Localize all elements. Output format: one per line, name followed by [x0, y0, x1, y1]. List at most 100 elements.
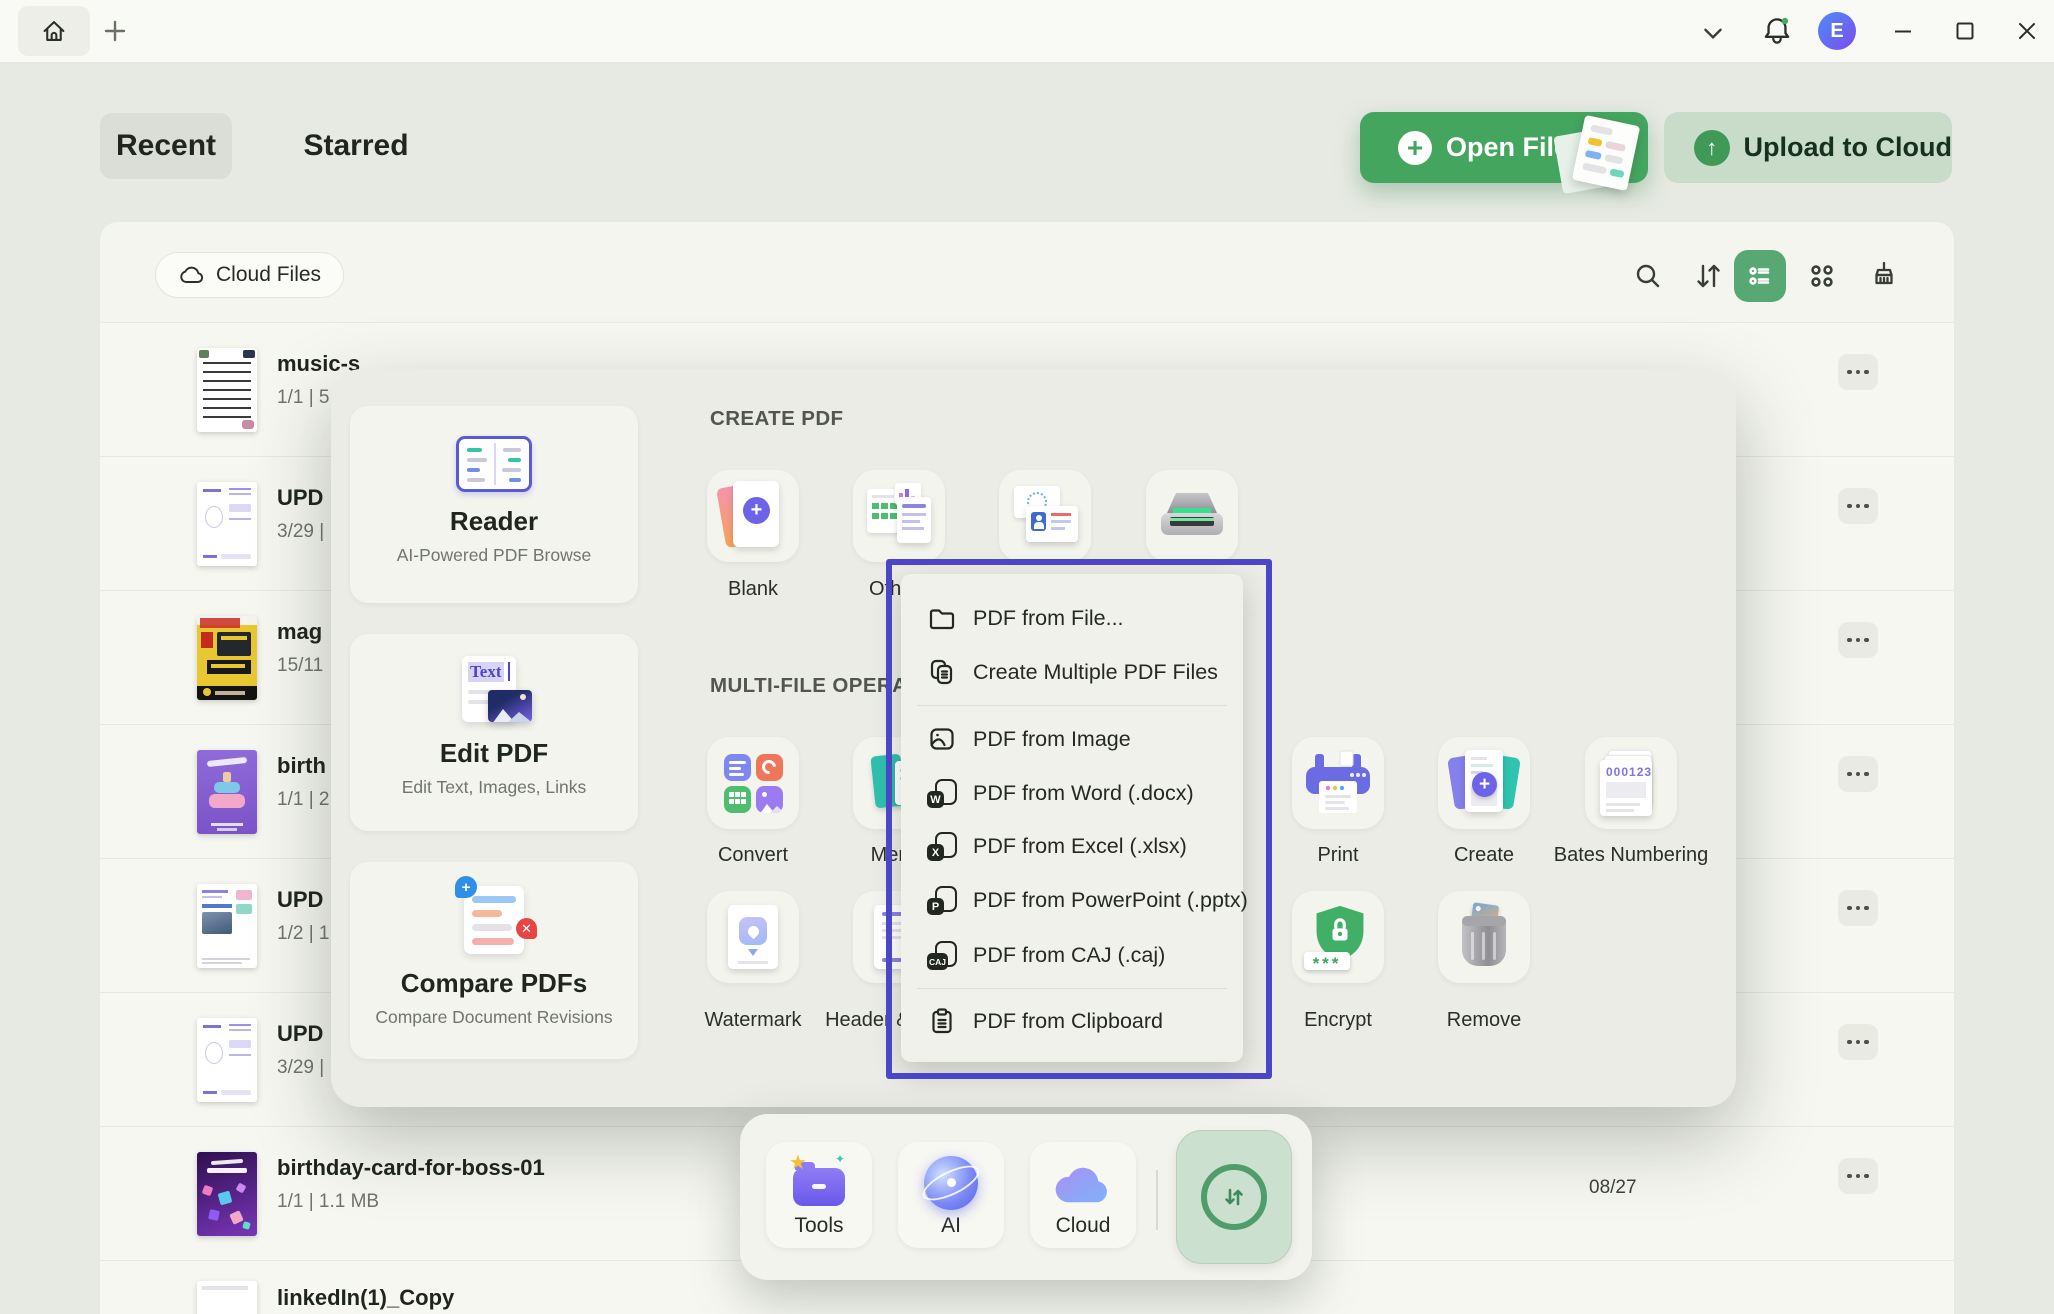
file-thumbnail [197, 884, 257, 968]
create-id-card-tile[interactable] [999, 470, 1091, 562]
watermark-icon [728, 905, 778, 969]
file-meta: 1/2 | 1 [277, 923, 329, 945]
compare-pdfs-card[interactable]: + ✕ Compare PDFs Compare Document Revisi… [350, 862, 638, 1059]
menu-item-pdf-from-excel[interactable]: X PDF from Excel (.xlsx) [901, 819, 1243, 873]
edit-pdf-card[interactable]: Text Edit PDF Edit Text, Images, Links [350, 634, 638, 831]
new-tab-button[interactable] [100, 16, 130, 46]
encrypt-icon: *** [1304, 902, 1372, 972]
remove-tile[interactable] [1438, 891, 1530, 983]
file-meta: 15/11 [277, 655, 323, 677]
id-card-icon [1012, 486, 1078, 546]
list-view-button[interactable] [1734, 250, 1786, 302]
row-more-button[interactable] [1838, 354, 1878, 390]
edit-pdf-card-title: Edit PDF [440, 738, 548, 769]
home-tab[interactable] [18, 6, 90, 56]
tile-label-remove: Remove [1384, 1009, 1584, 1032]
file-thumbnail [197, 348, 257, 432]
grid-view-button[interactable] [1796, 250, 1848, 302]
encrypt-tile[interactable]: *** [1292, 891, 1384, 983]
file-name: UPD [277, 887, 323, 913]
menu-item-pdf-from-caj[interactable]: CAJ PDF from CAJ (.caj) [901, 928, 1243, 982]
menu-item-pdf-from-powerpoint[interactable]: P PDF from PowerPoint (.pptx) [901, 873, 1243, 927]
file-thumbnail [197, 1281, 257, 1314]
word-file-icon: W [927, 777, 957, 809]
password-stars: *** [1313, 960, 1342, 968]
row-more-button[interactable] [1838, 890, 1878, 926]
upload-to-cloud-button[interactable]: ↑ Upload to Cloud [1664, 112, 1952, 183]
image-icon [927, 724, 957, 754]
dock-tools-button[interactable]: ★ ✦ Tools [766, 1142, 872, 1248]
powerpoint-file-icon: P [927, 884, 957, 916]
file-name: UPD [277, 1021, 323, 1047]
watermark-tile[interactable] [707, 891, 799, 983]
remove-trash-icon [1456, 904, 1512, 970]
cloud-icon [178, 263, 206, 287]
sort-icon[interactable] [1682, 250, 1734, 302]
menu-item-pdf-from-word[interactable]: W PDF from Word (.docx) [901, 766, 1243, 820]
open-file-label: Open File [1446, 132, 1569, 163]
menu-item-create-multiple[interactable]: Create Multiple PDF Files [901, 645, 1243, 699]
plus-circle-icon: + [1398, 131, 1432, 165]
file-thumbnail [197, 616, 257, 700]
tab-starred[interactable]: Starred [288, 113, 424, 179]
create-others-tile[interactable] [853, 470, 945, 562]
menu-item-label: Create Multiple PDF Files [973, 660, 1218, 685]
print-tile[interactable] [1292, 737, 1384, 829]
row-more-button[interactable] [1838, 756, 1878, 792]
folder-icon [927, 603, 957, 633]
menu-item-pdf-from-clipboard[interactable]: PDF from Clipboard [901, 994, 1243, 1048]
dock-ai-button[interactable]: AI [898, 1142, 1004, 1248]
file-thumbnail [197, 1018, 257, 1102]
reader-card[interactable]: Reader AI-Powered PDF Browse [350, 406, 638, 603]
scanner-icon [1153, 486, 1231, 546]
maximize-button[interactable] [1948, 14, 1982, 48]
cloud-files-filter[interactable]: Cloud Files [155, 252, 344, 298]
file-name: UPD [277, 485, 323, 511]
minimize-button[interactable] [1886, 14, 1920, 48]
convert-tile[interactable] [707, 737, 799, 829]
menu-item-pdf-from-image[interactable]: PDF from Image [901, 712, 1243, 766]
search-icon[interactable] [1622, 250, 1674, 302]
tab-recent-label: Recent [116, 129, 216, 163]
avatar[interactable]: E [1818, 12, 1856, 50]
reader-icon [456, 432, 532, 496]
tab-list-chevron[interactable] [1700, 20, 1726, 46]
file-name: birthday-card-for-boss-01 [277, 1155, 545, 1181]
menu-item-pdf-from-file[interactable]: PDF from File... [901, 591, 1243, 645]
create-scanner-tile[interactable] [1146, 470, 1238, 562]
row-more-button[interactable] [1838, 1024, 1878, 1060]
file-meta: 3/29 | [277, 521, 324, 543]
compare-pdfs-card-subtitle: Compare Document Revisions [375, 1007, 612, 1028]
other-formats-icon [867, 483, 931, 549]
row-more-button[interactable] [1838, 488, 1878, 524]
menu-divider [917, 988, 1227, 989]
close-button[interactable] [2010, 14, 2044, 48]
create-blank-tile[interactable]: + [707, 470, 799, 562]
papers-illustration [1556, 118, 1640, 188]
file-date: 08/27 [1589, 1177, 1637, 1199]
create-pdf-header: CREATE PDF [710, 407, 843, 431]
menu-item-label: PDF from PowerPoint (.pptx) [973, 888, 1248, 913]
file-meta: 1/1 | 2 [277, 789, 329, 811]
row-more-button[interactable] [1838, 1158, 1878, 1194]
app-window: E Recent Starred + Open File [0, 0, 2054, 1314]
dock-sync-button[interactable] [1176, 1130, 1292, 1264]
sync-progress-ring [1201, 1164, 1267, 1230]
create-batch-tile[interactable]: + [1438, 737, 1530, 829]
ai-icon [923, 1156, 979, 1208]
clean-broom-icon[interactable] [1858, 250, 1910, 302]
row-more-button[interactable] [1838, 622, 1878, 658]
file-thumbnail [197, 482, 257, 566]
menu-item-label: PDF from Image [973, 727, 1131, 752]
menu-item-label: PDF from Excel (.xlsx) [973, 834, 1187, 859]
print-icon [1300, 750, 1376, 816]
blank-pdf-icon: + [725, 481, 781, 551]
dock-cloud-icon [1051, 1162, 1115, 1208]
file-name: birth [277, 753, 326, 779]
bates-numbering-tile[interactable]: 000123 [1585, 737, 1677, 829]
bates-numbering-icon: 000123 [1600, 750, 1662, 816]
tab-recent[interactable]: Recent [100, 113, 232, 179]
notifications-bell-icon[interactable] [1758, 12, 1796, 50]
open-file-button[interactable]: + Open File [1360, 112, 1648, 183]
dock-cloud-button[interactable]: Cloud [1030, 1142, 1136, 1248]
